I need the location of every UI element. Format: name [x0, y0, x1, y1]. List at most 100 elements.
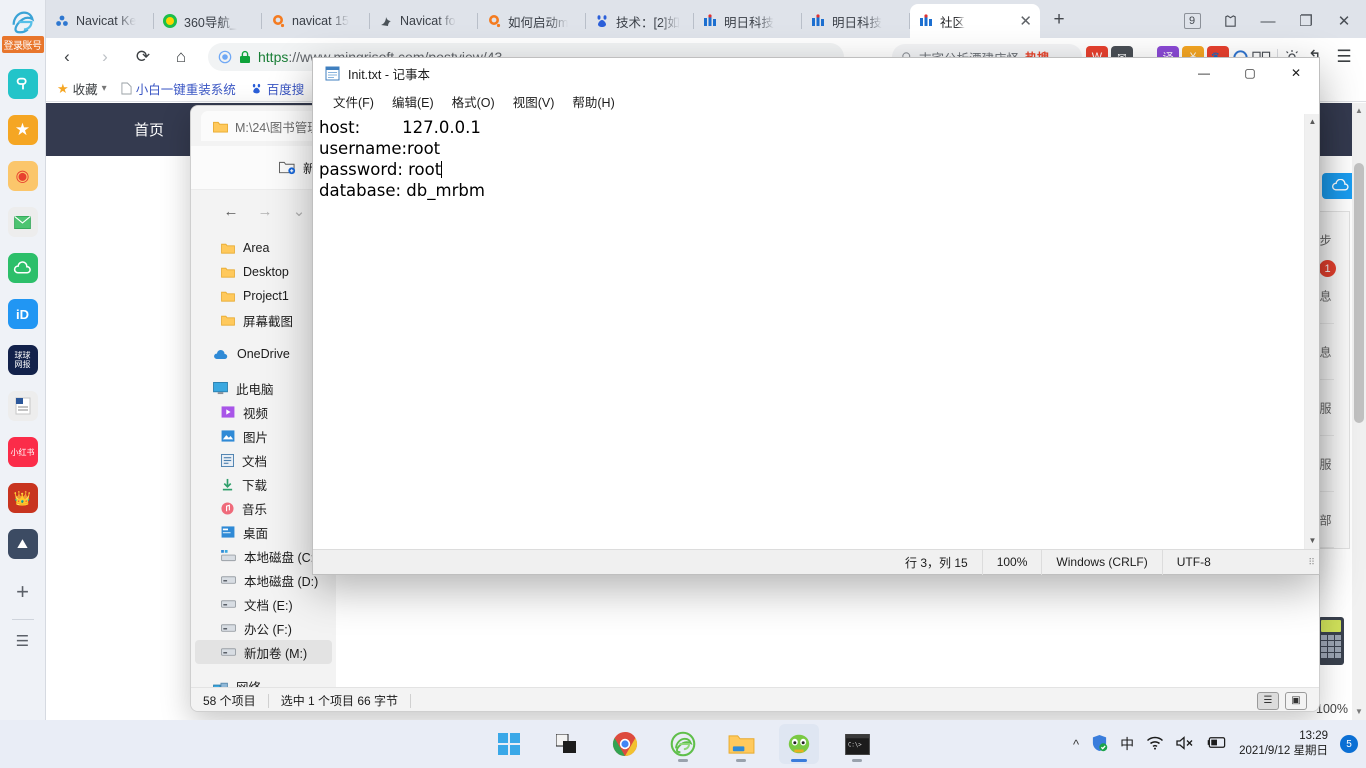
- back-button[interactable]: ‹: [50, 42, 84, 72]
- sidepanel-xiaohongshu-icon[interactable]: 小红书: [7, 437, 38, 467]
- window-count-badge[interactable]: 9: [1174, 6, 1210, 36]
- notepad-text-area[interactable]: host: 127.0.0.1 username:root password: …: [313, 114, 1304, 549]
- explorer-recent-button[interactable]: ⌄: [285, 198, 313, 224]
- quickbar-badge: 1: [1319, 260, 1336, 277]
- sidepanel-game-tribe-icon[interactable]: 👑: [7, 483, 38, 513]
- resize-grip-icon[interactable]: ⠿: [1308, 557, 1319, 568]
- bookmark-baidu[interactable]: 百度搜: [245, 77, 310, 100]
- notepad-text-area-wrap: host: 127.0.0.1 username:root password: …: [313, 114, 1319, 549]
- browser-tab-8-active[interactable]: 社区 ✕: [910, 4, 1040, 38]
- sidepanel-word-doc-icon[interactable]: [7, 391, 38, 421]
- explorer-back-button[interactable]: ←: [217, 198, 245, 224]
- browser-close-button[interactable]: ✕: [1326, 6, 1362, 36]
- forward-button[interactable]: ›: [88, 42, 122, 72]
- bookmark-xiaobai[interactable]: 小白一键重装系统: [116, 77, 241, 100]
- browser-tab-4[interactable]: 如何启动m: [478, 4, 586, 38]
- bookmark-favorites[interactable]: ★ 收藏 ▾: [52, 77, 112, 100]
- calculator-widget[interactable]: [1318, 617, 1344, 665]
- battery-icon[interactable]: [1206, 736, 1227, 752]
- browser-maximize-button[interactable]: ❐: [1288, 6, 1324, 36]
- sidepanel-qiuqiu-news-icon[interactable]: 球球 网报: [7, 345, 38, 375]
- notepad-vertical-scrollbar[interactable]: ▲ ▼: [1304, 114, 1319, 549]
- browser-tab-7[interactable]: 明日科技: [802, 4, 910, 38]
- sidepanel-mail-icon[interactable]: [7, 207, 38, 237]
- explorer-view-buttons: ☰ ▣: [1257, 691, 1307, 710]
- browser-menu-icon[interactable]: ☰: [1330, 42, 1358, 72]
- notepad-scroll-up-arrow[interactable]: ▲: [1305, 114, 1320, 130]
- notepad-status-bar: 行 3，列 15 100% Windows (CRLF) UTF-8 ⠿: [313, 549, 1319, 575]
- taskbar-notepad[interactable]: [779, 724, 819, 764]
- notepad-maximize-button[interactable]: ▢: [1227, 58, 1273, 88]
- security-shield-icon[interactable]: [1091, 734, 1108, 755]
- notepad-minimize-button[interactable]: —: [1181, 58, 1227, 88]
- taskbar-clock[interactable]: 13:29 2021/9/12 星期日: [1239, 729, 1328, 759]
- ie-login-badge[interactable]: 登录账号: [1, 36, 44, 53]
- page-zoom-level[interactable]: 100%: [1316, 702, 1348, 716]
- sidepanel-weibo-icon[interactable]: ◉: [7, 161, 38, 191]
- page-vertical-scrollbar[interactable]: ▲ ▼: [1352, 103, 1366, 720]
- start-button[interactable]: [489, 724, 529, 764]
- taskbar-terminal[interactable]: C:\>: [837, 724, 877, 764]
- menu-format[interactable]: 格式(O): [444, 90, 503, 113]
- tree-item-label: 此电脑: [236, 382, 274, 397]
- sidepanel-360-cloud-icon[interactable]: [7, 69, 38, 99]
- notepad-icon: [788, 734, 810, 754]
- details-view-icon[interactable]: ☰: [1257, 691, 1279, 710]
- chrome-icon: [612, 732, 638, 756]
- browser-tab-5[interactable]: 技术：[2]如: [586, 4, 694, 38]
- home-button[interactable]: ⌂: [164, 42, 198, 72]
- explorer-forward-button[interactable]: →: [251, 198, 279, 224]
- browser-tab-3[interactable]: Navicat fo: [370, 4, 478, 38]
- bookmark-label: 小白一键重装系统: [135, 83, 236, 97]
- downloads-icon: [222, 478, 233, 490]
- taskbar-360-browser[interactable]: [663, 724, 703, 764]
- scroll-up-arrow[interactable]: ▲: [1352, 103, 1366, 119]
- reload-button[interactable]: ⟳: [126, 42, 160, 72]
- calculator-keys: [1321, 635, 1341, 658]
- notepad-title-bar[interactable]: Init.txt - 记事本 — ▢ ✕: [313, 58, 1319, 88]
- sidepanel-game-tank-icon[interactable]: ⛰: [7, 529, 38, 559]
- menu-edit[interactable]: 编辑(E): [384, 90, 442, 113]
- browser-tab-2[interactable]: navicat 15: [262, 4, 370, 38]
- notepad-line-ending[interactable]: Windows (CRLF): [1041, 549, 1161, 575]
- notepad-encoding[interactable]: UTF-8: [1161, 549, 1225, 575]
- tab-close-icon[interactable]: ✕: [1019, 14, 1032, 29]
- menu-file[interactable]: 文件(F): [325, 90, 382, 113]
- browser-tab-0[interactable]: Navicat Ke: [46, 4, 154, 38]
- tree-item-drive-e[interactable]: 文档 (E:): [191, 592, 336, 616]
- browser-tab-1[interactable]: 360导航_: [154, 4, 262, 38]
- tree-item-drive-f[interactable]: 办公 (F:): [191, 616, 336, 640]
- new-tab-button[interactable]: +: [1044, 5, 1074, 35]
- scroll-down-arrow[interactable]: ▼: [1352, 704, 1366, 720]
- browser-minimize-button[interactable]: —: [1250, 6, 1286, 36]
- notification-badge[interactable]: 5: [1340, 735, 1358, 753]
- wifi-icon[interactable]: [1146, 736, 1164, 753]
- skin-shirt-icon[interactable]: [1212, 6, 1248, 36]
- large-icons-view-icon[interactable]: ▣: [1285, 691, 1307, 710]
- notepad-zoom-level[interactable]: 100%: [981, 549, 1042, 575]
- tray-chevron-icon[interactable]: ^: [1073, 737, 1079, 752]
- notepad-scroll-down-arrow[interactable]: ▼: [1305, 533, 1320, 549]
- menu-view[interactable]: 视图(V): [505, 90, 563, 113]
- task-view-button[interactable]: [547, 724, 587, 764]
- mrkj-icon: [812, 14, 824, 26]
- ie-mode-icon[interactable]: [6, 4, 40, 38]
- site-nav-home[interactable]: 首页: [134, 119, 164, 140]
- browser-tab-6[interactable]: 明日科技: [694, 4, 802, 38]
- sidepanel-netease-cloud-icon[interactable]: [7, 253, 38, 283]
- volume-muted-icon[interactable]: [1176, 735, 1194, 753]
- taskbar-file-explorer[interactable]: [721, 724, 761, 764]
- sidepanel-baidu-pan-icon[interactable]: iD: [7, 299, 38, 329]
- scroll-thumb[interactable]: [1354, 163, 1364, 423]
- tree-item-label: 网络: [236, 677, 261, 688]
- sidepanel-favorites-star-icon[interactable]: ★: [7, 115, 38, 145]
- notepad-close-button[interactable]: ✕: [1273, 58, 1319, 88]
- sidepanel-list-button[interactable]: ☰: [16, 632, 29, 650]
- tree-item-network[interactable]: 网络: [191, 674, 336, 687]
- sidepanel-add-button[interactable]: +: [16, 579, 29, 605]
- tree-item-drive-m-selected[interactable]: 新加卷 (M:): [195, 640, 332, 664]
- tree-item-label: 桌面: [243, 526, 269, 541]
- taskbar-chrome[interactable]: [605, 724, 645, 764]
- ime-indicator[interactable]: 中: [1120, 734, 1134, 754]
- menu-help[interactable]: 帮助(H): [564, 90, 622, 113]
